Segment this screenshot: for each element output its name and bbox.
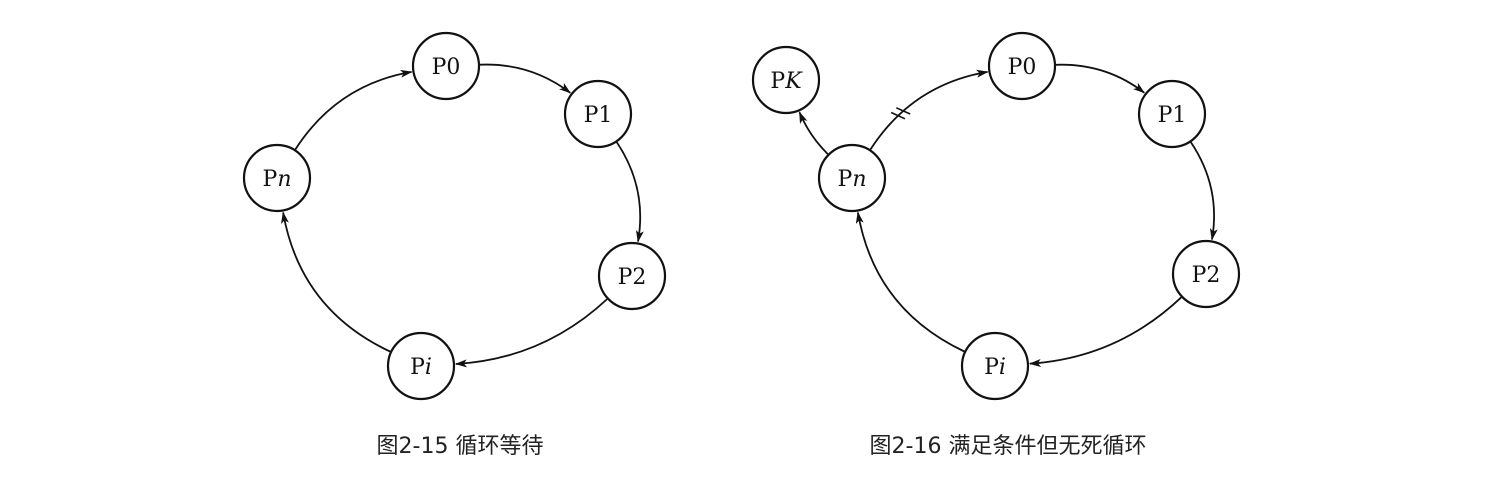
edge-p0-to-p1 (479, 63, 571, 94)
edge-p2-to-pi (454, 298, 608, 368)
node-label-base: P (584, 103, 599, 128)
edge-pn-to-p0 (869, 69, 989, 150)
node-label-pi: Pi (410, 355, 432, 380)
edge-pn-to-p0 (294, 69, 413, 150)
node-p2: P2 (1171, 239, 1241, 309)
node-label-p1: P1 (584, 103, 613, 128)
blocked-tick (890, 111, 906, 120)
node-label-base: P (1158, 103, 1173, 128)
node-label-base: P (432, 55, 447, 80)
figure-2-16-no-deadlock: P0P1P2PiPnPK 图2-16 满足条件但无死循环 (751, 31, 1241, 459)
figure-caption: 图2-16 满足条件但无死循环 (870, 434, 1147, 459)
node-p2: P2 (597, 241, 667, 311)
node-label-index: 1 (1172, 103, 1186, 128)
node-label-base: P (1192, 263, 1207, 288)
node-label-pn: Pn (838, 167, 867, 192)
node-label-index: 1 (598, 103, 612, 128)
edge-pn-to-pk (798, 111, 829, 155)
edge-pi-to-pn (855, 211, 965, 353)
node-label-base: P (618, 265, 633, 290)
figure-2-15-circular-wait: P0P1P2PiPn 图2-15 循环等待 (242, 31, 667, 459)
node-label-index: 2 (632, 265, 646, 290)
node-label-index: 0 (1022, 55, 1036, 80)
node-label-p2: P2 (1192, 263, 1221, 288)
blocked-tick (895, 107, 911, 115)
figure-caption: 图2-15 循环等待 (377, 434, 544, 459)
edge-pi-to-pn (281, 211, 391, 353)
edge-p1-to-p2 (1190, 141, 1218, 241)
node-label-base: P (263, 167, 278, 192)
edge-p1-to-p2 (616, 141, 644, 243)
node-label-base: P (410, 355, 425, 380)
node-pi: Pi (960, 331, 1030, 401)
node-p0: P0 (411, 31, 481, 101)
node-pi: Pi (386, 331, 456, 401)
node-label-index: i (425, 355, 432, 380)
node-label-p1: P1 (1158, 103, 1187, 128)
node-label-pn: Pn (263, 167, 292, 192)
node-pn: Pn (817, 143, 887, 213)
edge-p2-to-pi (1028, 296, 1182, 367)
node-p1: P1 (1137, 79, 1207, 149)
node-label-pk: PK (770, 69, 803, 94)
edge-p0-to-p1 (1055, 63, 1145, 94)
node-label-p0: P0 (1008, 55, 1037, 80)
node-pn: Pn (242, 143, 312, 213)
node-label-index: n (852, 167, 866, 192)
node-label-index: K (784, 69, 803, 94)
node-p0: P0 (987, 31, 1057, 101)
node-label-base: P (1008, 55, 1023, 80)
node-label-p0: P0 (432, 55, 461, 80)
deadlock-diagrams: P0P1P2PiPn 图2-15 循环等待 P0P1P2PiPnPK 图2-16… (242, 31, 1241, 459)
node-label-index: 2 (1206, 263, 1220, 288)
node-label-index: i (999, 355, 1006, 380)
node-pk: PK (751, 45, 821, 115)
node-label-index: 0 (446, 55, 460, 80)
node-label-index: n (277, 167, 291, 192)
node-label-base: P (838, 167, 853, 192)
node-label-base: P (770, 69, 785, 94)
node-label-p2: P2 (618, 265, 647, 290)
node-label-pi: Pi (984, 355, 1006, 380)
node-label-base: P (984, 355, 999, 380)
node-group: P0P1P2PiPnPK (751, 31, 1241, 401)
node-p1: P1 (563, 79, 633, 149)
node-group: P0P1P2PiPn (242, 31, 667, 401)
